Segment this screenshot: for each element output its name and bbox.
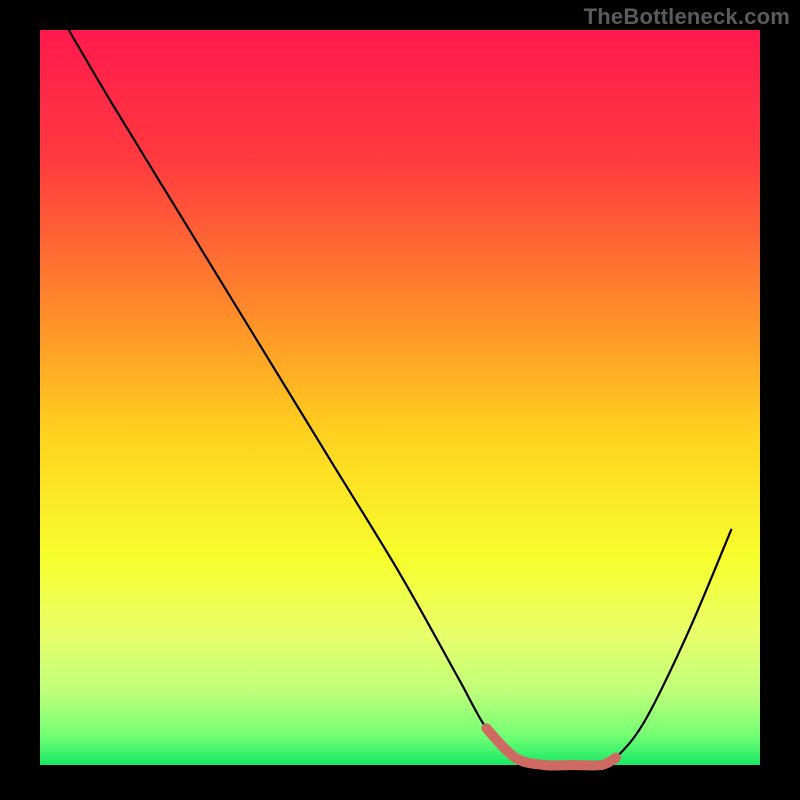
chart-frame: TheBottleneck.com — [0, 0, 800, 800]
bottleneck-chart — [0, 0, 800, 800]
watermark-text: TheBottleneck.com — [584, 4, 790, 30]
